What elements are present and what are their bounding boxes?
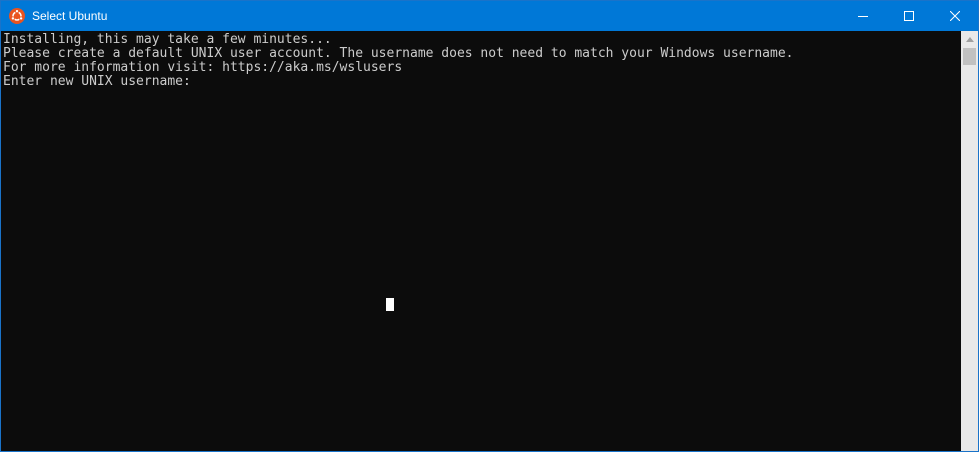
text-cursor <box>386 298 394 311</box>
console-line: For more information visit: https://aka.… <box>3 60 403 75</box>
window-controls <box>840 1 978 31</box>
console-line: Please create a default UNIX user accoun… <box>3 46 794 61</box>
window-title: Select Ubuntu <box>32 9 108 23</box>
console-prompt: Enter new UNIX username: <box>3 74 191 89</box>
terminal-window: Select Ubuntu Installing, this may take … <box>0 0 979 452</box>
close-button[interactable] <box>932 1 978 31</box>
ubuntu-logo-icon <box>9 8 25 24</box>
chevron-up-icon <box>965 37 974 42</box>
console-line: Installing, this may take a few minutes.… <box>3 32 332 47</box>
maximize-icon <box>904 11 914 21</box>
close-icon <box>950 11 960 21</box>
title-bar[interactable]: Select Ubuntu <box>1 1 978 31</box>
minimize-button[interactable] <box>840 1 886 31</box>
maximize-button[interactable] <box>886 1 932 31</box>
vertical-scrollbar[interactable] <box>961 31 978 451</box>
console-output[interactable]: Installing, this may take a few minutes.… <box>1 31 961 451</box>
minimize-icon <box>858 16 868 17</box>
scroll-up-button[interactable] <box>961 31 978 48</box>
scroll-thumb[interactable] <box>963 48 976 65</box>
